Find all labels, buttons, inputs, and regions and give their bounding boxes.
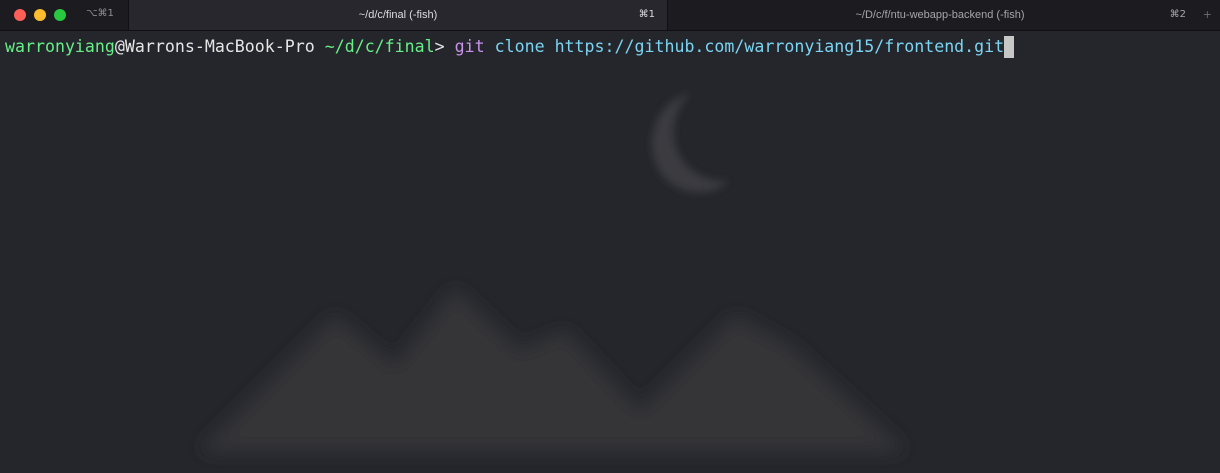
prompt-at: @ [114, 37, 125, 56]
tab-bar: ⌥⌘1 ~/d/c/final (-fish) ⌘1 ~/D/c/f/ntu-w… [0, 0, 1220, 31]
terminal-output[interactable]: warronyiang@Warrons-MacBook-Pro ~/d/c/fi… [5, 36, 1015, 58]
prompt-cwd: ~/d/c/final [324, 37, 435, 56]
prompt-symbol: > [434, 37, 445, 56]
close-window-button[interactable] [14, 9, 26, 21]
tab-shortcut: ⌘1 [638, 9, 655, 20]
text-cursor [1004, 36, 1015, 58]
maximize-window-button[interactable] [54, 9, 66, 21]
wallpaper-moon-mountains [0, 31, 1220, 473]
terminal-window: ⌥⌘1 ~/d/c/final (-fish) ⌘1 ~/D/c/f/ntu-w… [0, 0, 1220, 473]
tab-ntu-webapp-backend-fish[interactable]: ~/D/c/f/ntu-webapp-backend (-fish) ⌘2 + [667, 0, 1212, 30]
prompt-host: Warrons-MacBook-Pro [124, 37, 315, 56]
command-name: git [454, 37, 485, 56]
command-args: clone https://github.com/warronyiang15/f… [494, 37, 1005, 56]
window-shortcut: ⌥⌘1 [86, 8, 114, 19]
tab-final-fish[interactable]: ~/d/c/final (-fish) ⌘1 [128, 0, 667, 30]
window-controls: ⌥⌘1 [0, 0, 128, 30]
minimize-window-button[interactable] [34, 9, 46, 21]
tab-title: ~/D/c/f/ntu-webapp-backend (-fish) [855, 9, 1025, 21]
tab-shortcut: ⌘2 [1169, 9, 1186, 20]
tab-title: ~/d/c/final (-fish) [358, 9, 438, 21]
prompt-user: warronyiang [5, 37, 115, 56]
new-tab-button[interactable]: + [1203, 8, 1212, 21]
